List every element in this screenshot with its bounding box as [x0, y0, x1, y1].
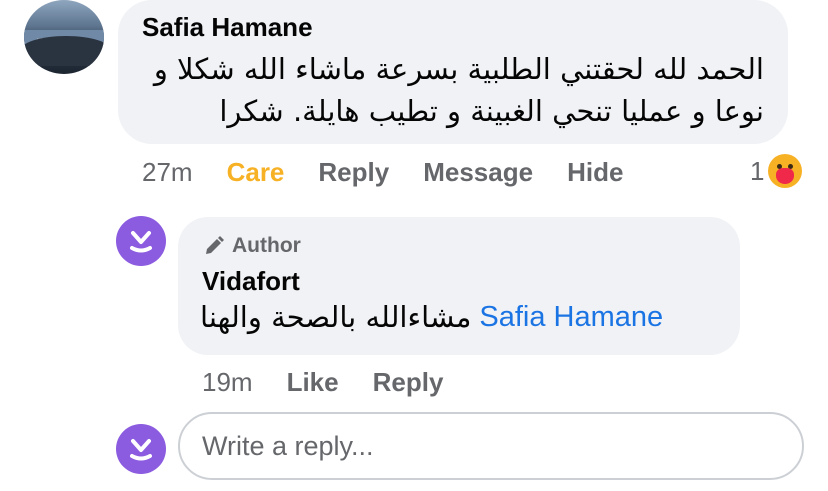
reply-to-reply-button[interactable]: Reply	[373, 367, 444, 398]
comment-actions: 27m Care Reply Message Hide	[142, 157, 623, 188]
hide-button[interactable]: Hide	[567, 157, 623, 188]
author-badge: Author	[202, 234, 301, 258]
composer-avatar[interactable]	[116, 424, 166, 474]
comment-thread: Safia Hamane الحمد لله لحقتني الطلبية بس…	[0, 0, 828, 491]
message-button[interactable]: Message	[423, 157, 533, 188]
reply-time[interactable]: 19m	[202, 367, 253, 398]
reply-input-placeholder: Write a reply...	[202, 430, 374, 461]
comment-author[interactable]: Safia Hamane	[142, 12, 313, 43]
care-reaction-button[interactable]: Care	[227, 157, 285, 188]
reaction-summary[interactable]: 1	[750, 154, 803, 188]
comment-text: الحمد لله لحقتني الطلبية بسرعة ماشاء الل…	[153, 52, 764, 128]
reply-text-arabic: مشاءالله بالصحة والهنا	[200, 300, 472, 334]
brand-avatar[interactable]	[116, 216, 166, 266]
brand-logo-icon	[130, 439, 152, 461]
reply-author[interactable]: Vidafort	[202, 266, 300, 297]
reply-text: مشاءالله بالصحة والهنا Safia Hamane	[200, 300, 663, 334]
reply-button[interactable]: Reply	[318, 157, 389, 188]
heart-icon	[776, 168, 795, 184]
comment-time[interactable]: 27m	[142, 157, 193, 188]
pencil-icon	[206, 236, 224, 254]
reply-input[interactable]: Write a reply...	[178, 412, 804, 480]
reaction-count: 1	[750, 155, 765, 186]
avatar-hill	[24, 36, 104, 66]
brand-logo-icon	[130, 231, 152, 253]
reply-actions: 19m Like Reply	[202, 367, 443, 398]
avatar[interactable]	[24, 0, 104, 74]
care-emoji-icon	[768, 154, 803, 188]
author-badge-label: Author	[232, 234, 301, 257]
mention-link[interactable]: Safia Hamane	[479, 301, 663, 334]
like-button[interactable]: Like	[287, 367, 339, 398]
